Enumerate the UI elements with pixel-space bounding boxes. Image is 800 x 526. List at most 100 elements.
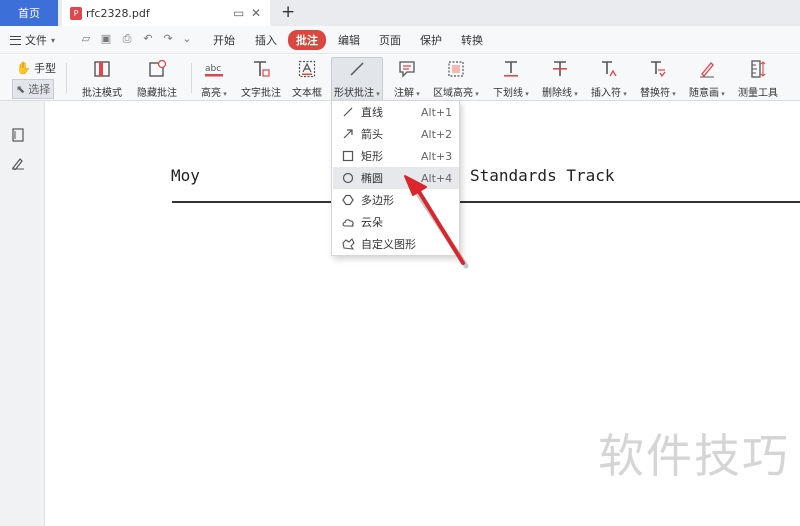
thumbnail-panel-icon[interactable]	[11, 128, 25, 142]
area-highlight-label: 区域高亮	[433, 84, 479, 99]
hide-annotation-label: 隐藏批注	[137, 88, 177, 99]
tab-document-title: rfc2328.pdf	[86, 6, 150, 20]
replace-mark-label: 替换符	[640, 84, 676, 99]
annotation-mode-button[interactable]: 批注模式	[82, 58, 122, 99]
select-tool-label: 选择	[28, 83, 51, 96]
underline-label: 下划线	[493, 84, 529, 99]
dropdown-item-label: 自定义图形	[361, 238, 416, 251]
note-label: 注解	[394, 84, 420, 99]
dropdown-item-shortcut: Alt+1	[421, 105, 453, 119]
annotation-panel-icon[interactable]	[11, 156, 25, 170]
document-header-left: Moy	[171, 166, 200, 185]
measure-tool-button[interactable]: 测量工具	[738, 58, 778, 99]
line-icon	[341, 105, 355, 119]
dropdown-item-shortcut: Alt+3	[421, 149, 453, 163]
annotation-mode-icon	[91, 58, 113, 80]
menu-edit[interactable]: 编辑	[338, 32, 360, 48]
dropdown-item-label: 多边形	[361, 194, 394, 207]
new-tab-button[interactable]: +	[281, 2, 295, 22]
menu-start[interactable]: 开始	[213, 32, 235, 48]
redo-icon[interactable]: ↷	[162, 33, 174, 45]
dropdown-item-cloud[interactable]: 云朵	[333, 211, 459, 233]
replace-mark-icon	[647, 58, 669, 80]
print-icon[interactable]: ⎙	[121, 33, 133, 45]
dropdown-item-ellipse[interactable]: 椭圆 Alt+4	[333, 167, 459, 189]
ruler-icon	[747, 58, 769, 80]
chevron-down-icon: ▾	[51, 35, 56, 45]
dropdown-item-label: 直线	[361, 106, 383, 119]
freehand-label: 随意画	[689, 84, 725, 99]
pen-icon	[696, 58, 718, 80]
freehand-button[interactable]: 随意画	[689, 58, 725, 99]
left-sidebar	[0, 101, 45, 526]
annotation-ribbon: ✋ 手型 ⬉ 选择 批注模式 隐藏批注 abc 高亮 文字批注 文本框	[0, 55, 800, 102]
strikethrough-button[interactable]: 删除线	[542, 58, 578, 99]
underline-button[interactable]: 下划线	[493, 58, 529, 99]
annotation-mode-label: 批注模式	[82, 88, 122, 99]
insert-mark-icon	[598, 58, 620, 80]
quick-access-more-icon[interactable]: ⌄	[181, 33, 193, 45]
highlight-icon: abc	[203, 58, 225, 80]
hand-tool-button[interactable]: ✋ 手型	[16, 60, 56, 76]
dropdown-item-custom-shape[interactable]: 自定义图形	[333, 233, 459, 255]
hide-annotation-button[interactable]: 隐藏批注	[137, 58, 177, 99]
tab-close-icon[interactable]: ✕	[251, 6, 261, 20]
tab-home-label: 首页	[18, 7, 40, 20]
area-highlight-button[interactable]: 区域高亮	[433, 58, 479, 99]
text-box-icon	[296, 58, 318, 80]
cursor-icon: ⬉	[16, 82, 26, 96]
dropdown-item-label: 箭头	[361, 128, 383, 141]
strikethrough-label: 删除线	[542, 84, 578, 99]
arrow-icon	[341, 127, 355, 141]
area-highlight-icon	[445, 58, 467, 80]
insert-mark-button[interactable]: 插入符	[591, 58, 627, 99]
open-folder-icon[interactable]: ▱	[80, 33, 92, 45]
text-annotation-button[interactable]: 文字批注	[241, 58, 281, 99]
watermark-text: 软件技巧	[598, 429, 790, 483]
polygon-icon	[341, 193, 355, 207]
select-tool-button[interactable]: ⬉ 选择	[12, 79, 55, 99]
dropdown-item-polygon[interactable]: 多边形	[333, 189, 459, 211]
menu-annotate[interactable]: 批注	[288, 30, 326, 50]
highlight-label: 高亮	[201, 84, 227, 99]
menu-bar: 文件 ▾ ▱ ▣ ⎙ ↶ ↷ ⌄ 开始 插入 批注 编辑 页面 保护 转换	[0, 26, 800, 54]
cloud-icon	[341, 215, 355, 229]
undo-icon[interactable]: ↶	[142, 33, 154, 45]
hand-tool-label: 手型	[33, 62, 56, 75]
tab-home[interactable]: 首页	[0, 0, 58, 26]
custom-shape-icon	[341, 237, 355, 251]
text-annotation-icon	[250, 58, 272, 80]
hand-icon: ✋	[16, 61, 31, 75]
underline-icon	[500, 58, 522, 80]
text-box-button[interactable]: 文本框	[292, 58, 322, 99]
replace-mark-button[interactable]: 替换符	[640, 58, 676, 99]
hamburger-icon	[10, 35, 21, 45]
dropdown-item-rectangle[interactable]: 矩形 Alt+3	[333, 145, 459, 167]
shape-annotation-label: 形状批注	[334, 84, 380, 99]
file-menu-button[interactable]: 文件 ▾	[10, 32, 55, 48]
highlight-button[interactable]: abc 高亮	[201, 58, 227, 99]
rectangle-icon	[341, 149, 355, 163]
save-icon[interactable]: ▣	[100, 33, 112, 45]
menu-page[interactable]: 页面	[379, 32, 401, 48]
strikethrough-icon	[549, 58, 571, 80]
ribbon-divider	[66, 63, 67, 93]
document-header-right: Standards Track	[470, 166, 615, 185]
pdf-file-icon: P	[70, 6, 82, 20]
menu-protect[interactable]: 保护	[420, 32, 442, 48]
dropdown-item-shortcut: Alt+2	[421, 127, 453, 141]
dropdown-item-arrow[interactable]: 箭头 Alt+2	[333, 123, 459, 145]
dropdown-item-label: 云朵	[361, 216, 383, 229]
menu-insert[interactable]: 插入	[255, 32, 277, 48]
shape-annotation-button[interactable]: 形状批注	[331, 57, 383, 102]
menu-convert[interactable]: 转换	[461, 32, 483, 48]
ellipse-icon	[341, 171, 355, 185]
line-shape-icon	[346, 58, 368, 80]
dropdown-item-label: 矩形	[361, 150, 383, 163]
ribbon-divider	[191, 63, 192, 93]
tab-pin-icon[interactable]: ▭	[233, 6, 244, 20]
dropdown-item-line[interactable]: 直线 Alt+1	[333, 101, 459, 123]
note-button[interactable]: 注解	[394, 58, 420, 99]
measure-tool-label: 测量工具	[738, 88, 778, 99]
text-annotation-label: 文字批注	[241, 88, 281, 99]
